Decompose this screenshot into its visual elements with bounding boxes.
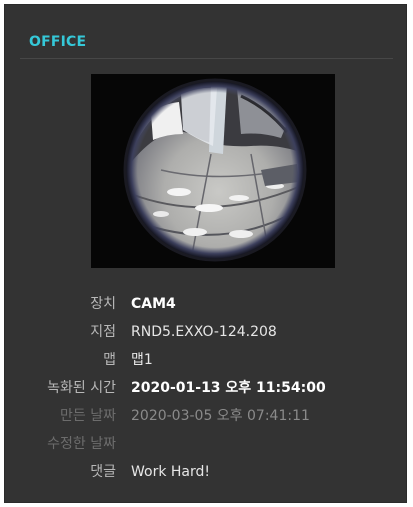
info-row-map: 맵 맵1 — [5, 349, 408, 371]
map-value: 맵1 — [131, 352, 153, 368]
camera-detail-panel: OFFICE 장치 CAM4 지점 RND5.EXXO-124.208 맵 맵1… — [4, 4, 407, 503]
camera-snapshot[interactable] — [91, 74, 335, 268]
created-date-value: 2020-03-05 오후 07:41:11 — [131, 408, 310, 424]
info-row-device: 장치 CAM4 — [5, 293, 408, 315]
info-row-modified-date: 수정한 날짜 — [5, 433, 408, 455]
recorded-time-label: 녹화된 시간 — [47, 380, 116, 396]
site-value: RND5.EXXO-124.208 — [131, 324, 277, 340]
created-date-label: 만든 날짜 — [60, 408, 116, 424]
info-row-comment: 댓글 Work Hard! — [5, 461, 408, 483]
panel-title: OFFICE — [29, 34, 87, 50]
fisheye-image — [91, 74, 335, 268]
device-value: CAM4 — [131, 296, 176, 312]
info-row-recorded-time: 녹화된 시간 2020-01-13 오후 11:54:00 — [5, 377, 408, 399]
info-row-site: 지점 RND5.EXXO-124.208 — [5, 321, 408, 343]
site-label: 지점 — [90, 324, 116, 340]
comment-value: Work Hard! — [131, 464, 211, 480]
title-divider — [20, 58, 393, 59]
comment-label: 댓글 — [90, 464, 116, 480]
map-label: 맵 — [103, 352, 116, 368]
device-label: 장치 — [90, 296, 116, 312]
info-row-created-date: 만든 날짜 2020-03-05 오후 07:41:11 — [5, 405, 408, 427]
modified-date-label: 수정한 날짜 — [47, 436, 116, 452]
recorded-time-value: 2020-01-13 오후 11:54:00 — [131, 380, 326, 396]
